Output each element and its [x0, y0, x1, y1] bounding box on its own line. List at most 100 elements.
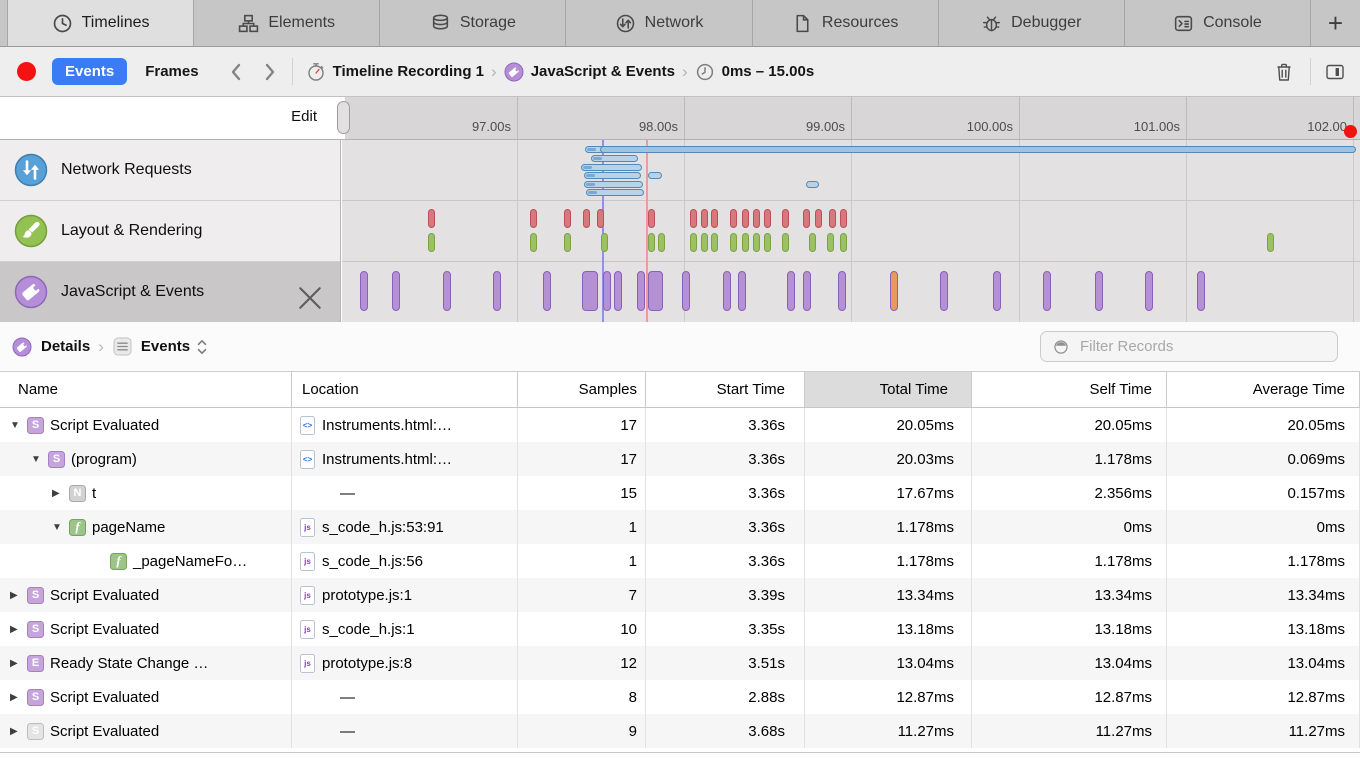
layout-event-pill-green[interactable] — [701, 233, 708, 252]
up-down-chevrons-icon[interactable] — [197, 339, 207, 355]
layout-event-pill-red[interactable] — [782, 209, 789, 228]
layout-event-pill-green[interactable] — [601, 233, 608, 252]
layout-event-pill-green[interactable] — [753, 233, 760, 252]
script-event-pill[interactable] — [803, 271, 811, 311]
script-event-pill[interactable] — [1095, 271, 1103, 311]
script-event-pill[interactable] — [940, 271, 948, 311]
column-header-start-time[interactable]: Start Time — [646, 372, 805, 407]
close-icon[interactable] — [293, 281, 327, 315]
trash-icon[interactable] — [1273, 61, 1295, 83]
layout-event-pill-green[interactable] — [742, 233, 749, 252]
layout-event-pill-green[interactable] — [840, 233, 847, 252]
filter-records-input[interactable] — [1078, 337, 1322, 356]
layout-event-pill-red[interactable] — [530, 209, 537, 228]
layout-event-pill-red[interactable] — [730, 209, 737, 228]
breadcrumb-item-timeline-recording[interactable]: Timeline Recording 1 — [306, 62, 484, 82]
layout-event-pill-red[interactable] — [690, 209, 697, 228]
layout-event-pill-green[interactable] — [711, 233, 718, 252]
disclosure-triangle[interactable]: ▼ — [10, 420, 27, 431]
layout-event-pill-green[interactable] — [764, 233, 771, 252]
script-event-pill[interactable] — [360, 271, 368, 311]
table-row[interactable]: ▶SScript Evaluated—82.88s12.87ms12.87ms1… — [0, 680, 1360, 714]
network-request-bar[interactable] — [586, 189, 644, 196]
record-button[interactable] — [17, 62, 36, 81]
layout-event-pill-red[interactable] — [597, 209, 604, 228]
script-event-pill[interactable] — [838, 271, 846, 311]
script-event-pill[interactable] — [1043, 271, 1051, 311]
network-request-bar[interactable] — [648, 172, 662, 179]
timeline-row-javascript-events[interactable]: JavaScript & Events — [0, 262, 340, 322]
table-row[interactable]: ▶SScript Evaluatedjsprototype.js:173.39s… — [0, 578, 1360, 612]
table-row[interactable]: ▼fpageNamejss_code_h.js:53:9113.36s1.178… — [0, 510, 1360, 544]
disclosure-triangle[interactable]: ▼ — [52, 522, 69, 533]
layout-event-pill-green[interactable] — [827, 233, 834, 252]
script-event-pill[interactable] — [787, 271, 795, 311]
column-header-name[interactable]: Name — [0, 372, 292, 407]
disclosure-triangle[interactable]: ▶ — [52, 488, 69, 499]
table-row[interactable]: ▼S(program)<>Instruments.html:…173.36s20… — [0, 442, 1360, 476]
tab-resources[interactable]: Resources — [752, 0, 939, 46]
table-row[interactable]: f_pageNameFo…jss_code_h.js:5613.36s1.178… — [0, 544, 1360, 578]
layout-event-pill-red[interactable] — [815, 209, 822, 228]
breadcrumb-item-javascript-events[interactable]: JavaScript & Events — [504, 62, 675, 82]
split-panel-icon[interactable] — [1324, 61, 1346, 83]
layout-event-pill-red[interactable] — [583, 209, 590, 228]
layout-event-pill-red[interactable] — [764, 209, 771, 228]
edit-button[interactable]: Edit — [291, 108, 317, 125]
column-header-average-time[interactable]: Average Time — [1167, 372, 1360, 407]
timeline-row-network-requests[interactable]: Network Requests — [0, 140, 340, 201]
details-view-selector[interactable]: Events — [141, 338, 190, 355]
script-event-pill[interactable] — [723, 271, 731, 311]
resize-handle[interactable] — [337, 101, 350, 134]
tab-storage[interactable]: Storage — [379, 0, 566, 46]
layout-event-pill-green[interactable] — [428, 233, 435, 252]
tab-elements[interactable]: Elements — [193, 0, 380, 46]
script-event-pill[interactable] — [890, 271, 898, 311]
disclosure-triangle[interactable]: ▶ — [10, 726, 27, 737]
layout-event-pill-red[interactable] — [742, 209, 749, 228]
script-event-pill[interactable] — [582, 271, 598, 311]
layout-event-pill-green[interactable] — [1267, 233, 1274, 252]
network-request-bar[interactable] — [584, 172, 641, 179]
list-view-icon[interactable] — [112, 336, 133, 357]
layout-event-pill-green[interactable] — [564, 233, 571, 252]
script-event-pill[interactable] — [993, 271, 1001, 311]
column-header-location[interactable]: Location — [292, 372, 518, 407]
script-event-pill[interactable] — [648, 271, 663, 311]
disclosure-triangle[interactable]: ▶ — [10, 624, 27, 635]
table-row[interactable]: ▶EReady State Change …jsprototype.js:812… — [0, 646, 1360, 680]
script-event-pill[interactable] — [682, 271, 690, 311]
script-event-pill[interactable] — [493, 271, 501, 311]
layout-event-pill-red[interactable] — [753, 209, 760, 228]
script-event-pill[interactable] — [443, 271, 451, 311]
script-event-pill[interactable] — [603, 271, 611, 311]
breadcrumb-item-time-range[interactable]: 0ms – 15.00s — [695, 62, 815, 82]
column-header-total-time[interactable]: Total Time — [805, 372, 972, 407]
disclosure-triangle[interactable]: ▼ — [31, 454, 48, 465]
layout-event-pill-green[interactable] — [530, 233, 537, 252]
script-event-pill[interactable] — [1197, 271, 1205, 311]
details-breadcrumb-title[interactable]: Details — [41, 338, 90, 355]
script-event-pill[interactable] — [392, 271, 400, 311]
disclosure-triangle[interactable]: ▶ — [10, 692, 27, 703]
add-tab-button[interactable]: + — [1311, 0, 1360, 46]
chevron-left-icon[interactable] — [229, 62, 242, 82]
script-event-pill[interactable] — [637, 271, 645, 311]
disclosure-triangle[interactable]: ▶ — [10, 590, 27, 601]
disclosure-triangle[interactable]: ▶ — [10, 658, 27, 669]
script-event-pill[interactable] — [614, 271, 622, 311]
events-mode-button[interactable]: Events — [52, 58, 127, 85]
layout-event-pill-red[interactable] — [701, 209, 708, 228]
frames-mode-button[interactable]: Frames — [145, 63, 198, 80]
table-row[interactable]: ▶SScript Evaluatedjss_code_h.js:1103.35s… — [0, 612, 1360, 646]
table-row[interactable]: ▶SScript Evaluated—93.68s11.27ms11.27ms1… — [0, 714, 1360, 748]
layout-event-pill-red[interactable] — [648, 209, 655, 228]
network-request-bar[interactable] — [591, 155, 638, 162]
table-row[interactable]: ▶Nt—153.36s17.67ms2.356ms0.157ms — [0, 476, 1360, 510]
layout-event-pill-green[interactable] — [809, 233, 816, 252]
layout-event-pill-green[interactable] — [658, 233, 665, 252]
timeline-row-layout-rendering[interactable]: Layout & Rendering — [0, 201, 340, 262]
tab-timelines[interactable]: Timelines — [7, 0, 194, 46]
layout-event-pill-green[interactable] — [690, 233, 697, 252]
layout-event-pill-red[interactable] — [829, 209, 836, 228]
